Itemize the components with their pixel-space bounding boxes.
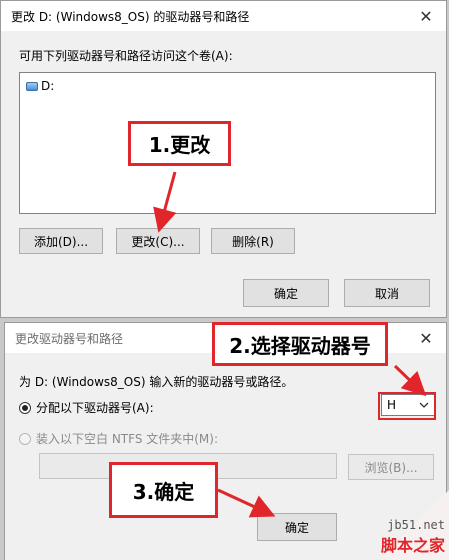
assign-letter-option[interactable]: 分配以下驱动器号(A): — [19, 399, 154, 416]
ok-button[interactable]: 确定 — [243, 279, 329, 307]
assign-letter-label: 分配以下驱动器号(A): — [36, 401, 154, 415]
volume-access-label: 可用下列驱动器号和路径访问这个卷(A): — [19, 49, 233, 63]
watermark: jb51.net 脚本之家 — [381, 518, 445, 556]
watermark-url: jb51.net — [387, 518, 445, 532]
step3-callout: 3.确定 — [109, 462, 218, 518]
step2-callout: 2.选择驱动器号 — [212, 322, 388, 366]
dialog-title: 更改 D: (Windows8_OS) 的驱动器号和路径 — [11, 10, 250, 24]
close-icon[interactable]: ✕ — [406, 1, 446, 31]
change-button[interactable]: 更改(C)... — [116, 228, 200, 254]
instruction-text: 为 D: (Windows8_OS) 输入新的驱动器号或路径。 — [19, 375, 294, 389]
highlight-drive-select — [378, 392, 436, 420]
remove-button[interactable]: 删除(R) — [211, 228, 295, 254]
watermark-name: 脚本之家 — [380, 536, 445, 555]
close-icon[interactable]: ✕ — [406, 323, 446, 353]
step1-callout: 1.更改 — [128, 121, 231, 166]
radio-checked-icon[interactable] — [19, 401, 31, 414]
cancel-button[interactable]: 取消 — [344, 279, 430, 307]
ok-button[interactable]: 确定 — [257, 513, 337, 541]
drive-item-label: D: — [41, 79, 55, 93]
add-button[interactable]: 添加(D)... — [19, 228, 103, 254]
dialog-titlebar: 更改 D: (Windows8_OS) 的驱动器号和路径 ✕ — [1, 1, 446, 31]
mount-folder-option: 装入以下空白 NTFS 文件夹中(M): — [19, 430, 218, 447]
subdialog-title: 更改驱动器号和路径 — [15, 332, 124, 346]
radio-unchecked-icon — [19, 432, 31, 445]
browse-button: 浏览(B)... — [348, 454, 434, 480]
drive-icon — [26, 81, 38, 91]
list-item[interactable]: D: — [26, 79, 54, 93]
mount-folder-label: 装入以下空白 NTFS 文件夹中(M): — [36, 432, 219, 446]
